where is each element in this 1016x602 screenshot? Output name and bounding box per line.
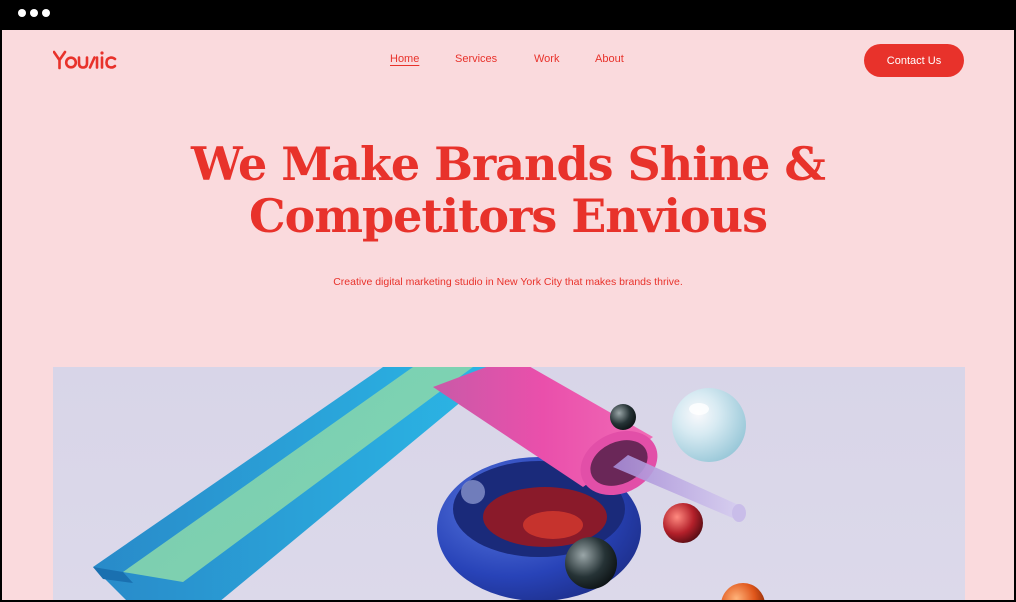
page-viewport: Home Services Work About Contact Us We M… [2,30,1014,600]
nav-item-services[interactable]: Services [455,53,497,65]
hero-title-line-2: Competitors Envious [249,189,768,243]
contact-us-button[interactable]: Contact Us [864,44,964,77]
nav-item-work[interactable]: Work [534,53,559,65]
window-dot-icon[interactable] [30,9,38,17]
brand-logo[interactable] [53,48,125,72]
header-nav: Home Services Work About Contact Us [2,30,1014,90]
hero-title: We Make Brands Shine & Competitors Envio… [2,138,1014,242]
window-controls [18,9,50,17]
hero-title-line-1: We Make Brands Shine & [191,137,826,191]
younic-logo-icon [53,50,117,70]
hero-3d-illustration [53,367,965,600]
window-dot-icon[interactable] [42,9,50,17]
abstract-3d-shapes-image [93,367,765,600]
hero-subtitle: Creative digital marketing studio in New… [333,276,683,288]
window-dot-icon[interactable] [18,9,26,17]
browser-chrome [0,0,1016,30]
nav-item-home[interactable]: Home [390,53,419,65]
nav-item-about[interactable]: About [595,53,624,65]
